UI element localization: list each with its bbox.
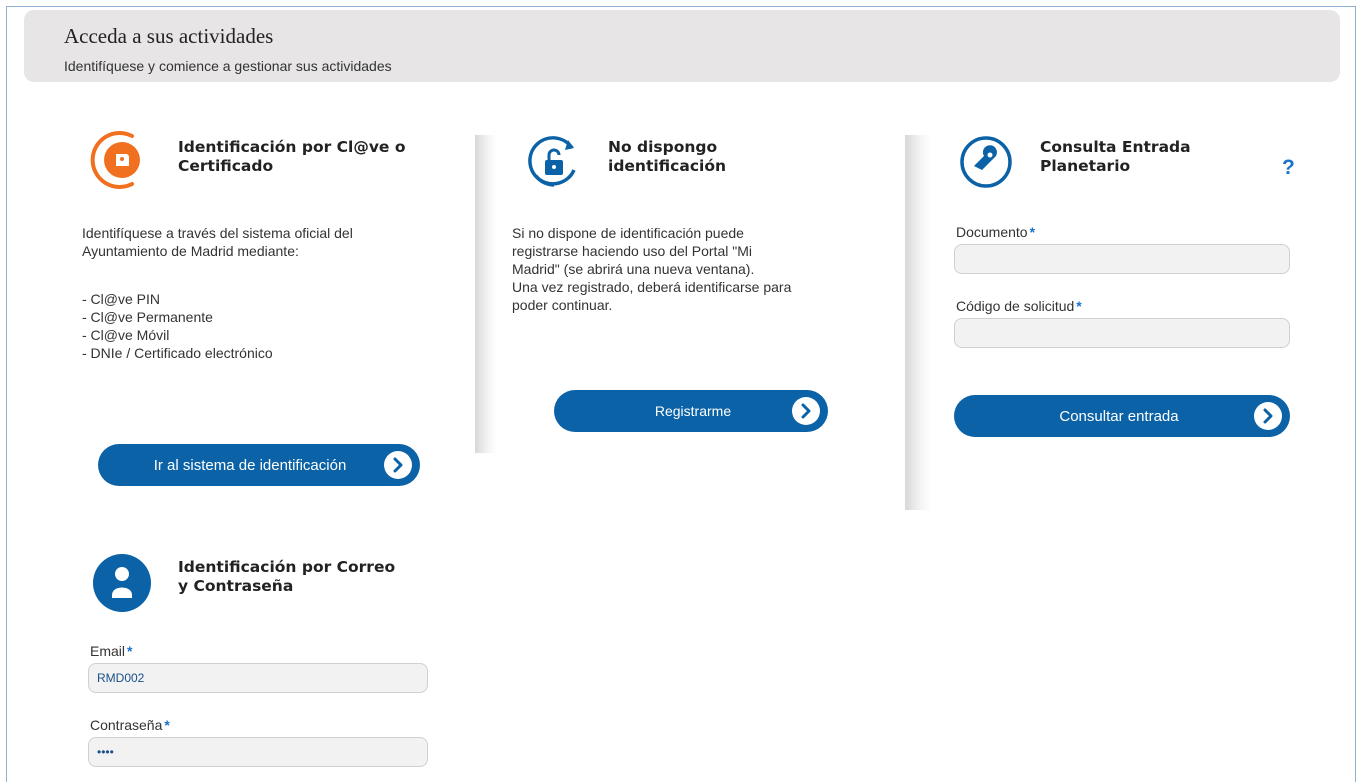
- documento-label: Documento *: [956, 224, 1036, 240]
- register-button-label: Registrarme: [654, 403, 732, 419]
- unlock-icon: [528, 136, 576, 187]
- page-header: Acceda a sus actividades Identifíquese y…: [24, 10, 1340, 82]
- clave-options-list: - Cl@ve PIN - Cl@ve Permanente - Cl@ve M…: [82, 290, 273, 362]
- help-icon[interactable]: ?: [1282, 156, 1295, 180]
- ticket-icon: [960, 136, 1012, 188]
- list-item: - Cl@ve Móvil: [82, 327, 170, 343]
- list-item: - Cl@ve Permanente: [82, 309, 213, 325]
- clave-description: Identifíquese a través del sistema ofici…: [82, 225, 353, 259]
- required-mark: *: [1076, 298, 1082, 314]
- user-icon: [93, 554, 151, 612]
- column-separator: [475, 135, 497, 453]
- identification-system-button[interactable]: Ir al sistema de identificación: [98, 444, 420, 486]
- documento-input[interactable]: [954, 244, 1290, 274]
- register-button[interactable]: Registrarme: [554, 390, 828, 432]
- email-field[interactable]: [88, 663, 428, 693]
- identification-system-button-label: Ir al sistema de identificación: [153, 456, 347, 474]
- chevron-right-icon: [792, 397, 820, 425]
- list-item: - Cl@ve PIN: [82, 291, 160, 307]
- column-separator: [905, 135, 931, 510]
- clave-section-title: Identificación por Cl@ve o Certificado: [178, 138, 406, 175]
- codigo-solicitud-input[interactable]: [954, 318, 1290, 348]
- correo-section-title: Identificación por Correo y Contraseña: [178, 558, 396, 595]
- list-item: - DNIe / Certificado electrónico: [82, 345, 273, 361]
- chevron-right-icon: [384, 451, 412, 479]
- page-title: Acceda a sus actividades: [64, 24, 274, 48]
- noid-section-title: No dispongo identificación: [608, 138, 726, 175]
- consultar-entrada-button[interactable]: Consultar entrada: [954, 395, 1290, 437]
- page-subtitle: Identifíquese y comience a gestionar sus…: [64, 58, 392, 74]
- consultar-entrada-button-label: Consultar entrada: [1059, 407, 1179, 425]
- codigo-solicitud-label: Código de solicitud *: [956, 298, 1082, 314]
- chevron-right-icon: [1254, 402, 1282, 430]
- password-label: Contraseña *: [90, 717, 170, 733]
- password-field[interactable]: [88, 737, 428, 767]
- noid-description: Si no dispone de identificación puede re…: [512, 225, 792, 313]
- required-mark: *: [1029, 224, 1036, 240]
- email-label: Email *: [90, 643, 133, 659]
- clave-logo-icon: [90, 131, 140, 189]
- consulta-section-title: Consulta Entrada Planetario: [1040, 138, 1191, 175]
- required-mark: *: [127, 643, 133, 659]
- required-mark: *: [164, 717, 170, 733]
